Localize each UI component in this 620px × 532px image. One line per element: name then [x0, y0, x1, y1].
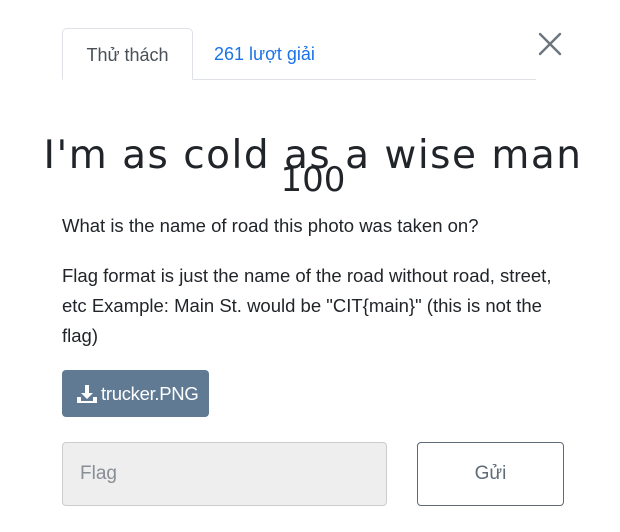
tab-challenge-label: Thử thách: [86, 45, 169, 65]
challenge-tabs: Thử thách 261 lượt giải: [62, 28, 536, 80]
submit-button[interactable]: Gửi: [417, 442, 564, 506]
challenge-modal: Thử thách 261 lượt giải I'm as cold as a…: [0, 0, 620, 532]
flag-input[interactable]: [62, 442, 387, 506]
challenge-description-question: What is the name of road this photo was …: [62, 215, 479, 236]
challenge-points: 100: [280, 160, 346, 200]
tab-challenge[interactable]: Thử thách: [62, 28, 193, 80]
tab-solves[interactable]: 261 lượt giải: [193, 28, 335, 78]
file-name: trucker.PNG: [101, 382, 199, 404]
close-icon[interactable]: [536, 30, 564, 58]
download-icon: [76, 383, 98, 405]
challenge-description-flag-format: Flag format is just the name of the road…: [62, 265, 552, 346]
tab-solves-label: 261 lượt giải: [214, 44, 315, 64]
file-download-button[interactable]: trucker.PNG: [62, 370, 209, 417]
